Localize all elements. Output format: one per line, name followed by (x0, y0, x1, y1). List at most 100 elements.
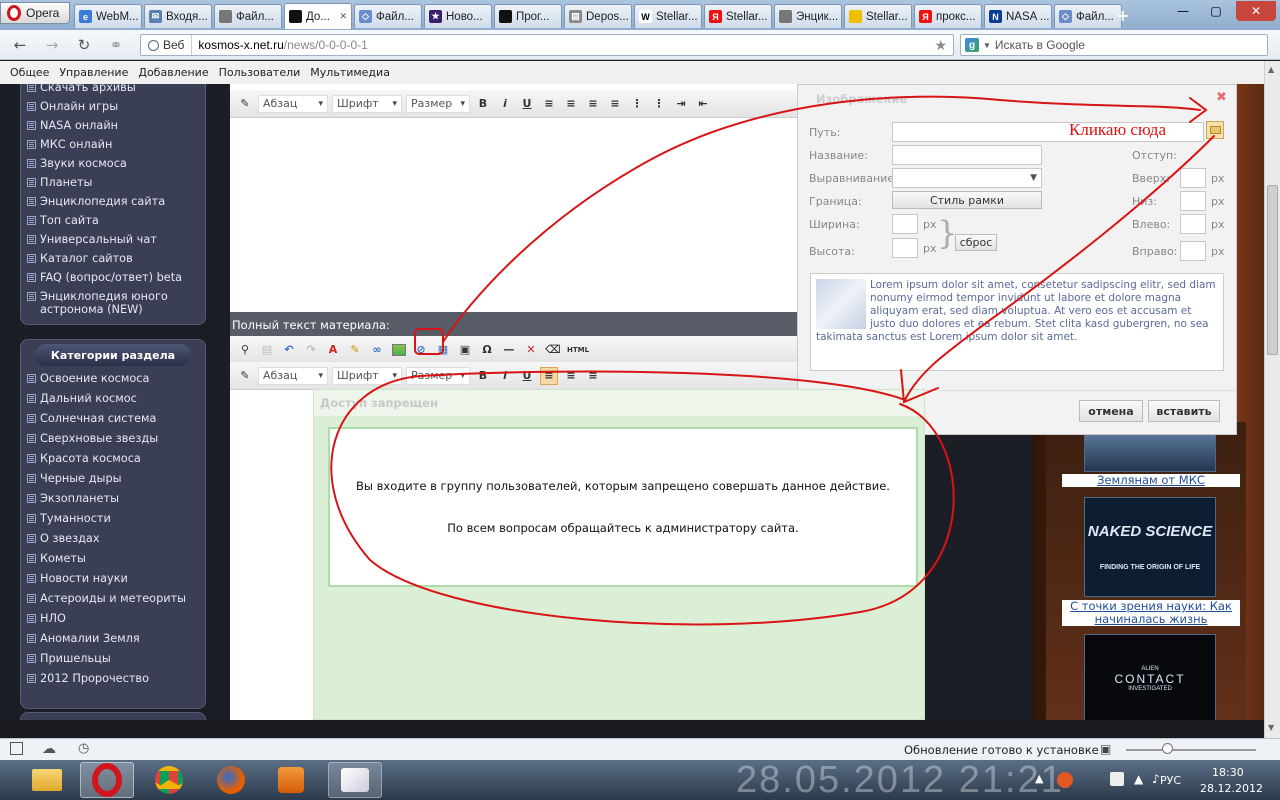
image-dialog-close-icon[interactable]: ✖ (1216, 90, 1227, 105)
site-menu-item[interactable]: Мультимедиа (310, 66, 390, 79)
sidebar-link-item[interactable]: Каталог сайтов (21, 252, 205, 271)
tab-4[interactable]: До... ✕ (284, 3, 352, 29)
sidebar-link-item[interactable]: Топ сайта (21, 214, 205, 233)
hr-icon[interactable]: — (500, 341, 518, 359)
table-icon[interactable]: ▦ (434, 341, 452, 359)
numbered-list-button[interactable]: ⋮ (628, 95, 646, 113)
minimize-button[interactable]: — (1170, 1, 1196, 21)
tab-6[interactable]: ★ Ново... (424, 4, 492, 28)
size-select-2[interactable]: Размер (406, 366, 470, 385)
sidebar-link-item[interactable]: Планеты (21, 176, 205, 195)
tab-7[interactable]: Прог... (494, 4, 562, 28)
font-select[interactable]: Шрифт (332, 94, 402, 113)
speed-icon[interactable]: ◷ (78, 741, 89, 756)
tray-arrow-icon[interactable]: ▲ (1035, 772, 1043, 785)
category-item[interactable]: НЛО (21, 612, 205, 632)
tab-13[interactable]: Япрокс... (914, 4, 982, 28)
maximize-button[interactable]: ▢ (1203, 1, 1229, 21)
sidebar-link-item[interactable]: Онлайн игры (21, 100, 205, 119)
size-select[interactable]: Размер (406, 94, 470, 113)
bookmark-star-icon[interactable]: ★ (934, 37, 947, 54)
sidebar-link-item[interactable]: NASA онлайн (21, 119, 205, 138)
align-right-button[interactable]: ≡ (584, 367, 602, 385)
panel-toggle-icon[interactable] (10, 742, 23, 755)
size-reset-button[interactable]: сброс (955, 234, 997, 251)
scrollbar-thumb[interactable] (1267, 185, 1278, 355)
url-text[interactable]: kosmos-x.net.ru/news/0-0-0-0-1 (192, 38, 367, 52)
highlight-icon[interactable]: ✎ (346, 341, 364, 359)
link-icon[interactable]: ∞ (368, 341, 386, 359)
back-button[interactable]: ← (10, 36, 30, 54)
search-engine-chevron-icon[interactable]: ▼ (983, 41, 991, 50)
tab-5[interactable]: ◇ Файл... (354, 4, 422, 28)
category-item[interactable]: 2012 Пророчество (21, 672, 205, 692)
edit-icon[interactable]: ✎ (236, 367, 254, 385)
category-item[interactable]: Туманности (21, 512, 205, 532)
underline-button[interactable]: U (518, 95, 536, 113)
underline-button[interactable]: U (518, 367, 536, 385)
paste-icon[interactable]: ▤ (258, 341, 276, 359)
clock-time[interactable]: 18:30 (1212, 766, 1244, 779)
forward-button[interactable]: → (42, 36, 62, 54)
language-indicator[interactable]: РУС (1160, 774, 1181, 787)
category-item[interactable]: Экзопланеты (21, 492, 205, 512)
zoom-slider-handle[interactable] (1162, 743, 1173, 754)
margin-bottom-input[interactable] (1180, 191, 1206, 211)
paragraph-select-2[interactable]: Абзац (258, 366, 328, 385)
align-left-button[interactable]: ≡ (540, 95, 558, 113)
find-icon[interactable]: ⚲ (236, 341, 254, 359)
category-item[interactable]: Черные дыры (21, 472, 205, 492)
media-icon[interactable]: ▣ (456, 341, 474, 359)
italic-button[interactable]: i (496, 367, 514, 385)
align-select[interactable]: ▼ (892, 168, 1042, 188)
border-style-button[interactable]: Стиль рамки (892, 191, 1042, 209)
paragraph-select[interactable]: Абзац (258, 94, 328, 113)
view-icon[interactable]: ▣ (1100, 742, 1111, 756)
site-menu-item[interactable]: Управление (59, 66, 128, 79)
zoom-slider[interactable] (1126, 749, 1256, 751)
web-badge[interactable]: Веб (141, 35, 193, 55)
edit-icon[interactable]: ✎ (236, 95, 254, 113)
sidebar-link-item[interactable]: Звуки космоса (21, 157, 205, 176)
naked-science-thumbnail[interactable]: NAKED SCIENCE FINDING THE ORIGIN OF LIFE (1084, 497, 1216, 597)
tray-app-icon[interactable] (1057, 772, 1073, 788)
sidebar-link-item[interactable]: Универсальный чат (21, 233, 205, 252)
tab-10[interactable]: Я Stellar... (704, 4, 772, 28)
close-window-button[interactable]: ✕ (1236, 1, 1276, 21)
align-center-button[interactable]: ≡ (562, 367, 580, 385)
explorer-taskbar-button[interactable] (20, 762, 74, 798)
video-link-iss[interactable]: Землянам от МКС (1062, 474, 1240, 487)
tab-14[interactable]: N NASA ... (984, 4, 1052, 28)
margin-right-input[interactable] (1180, 241, 1206, 261)
sidebar-link-item[interactable]: МКС онлайн (21, 138, 205, 157)
flag-icon[interactable] (1110, 772, 1124, 786)
bullet-list-button[interactable]: ⋮ (650, 95, 668, 113)
category-item[interactable]: Новости науки (21, 572, 205, 592)
align-center-button[interactable]: ≡ (562, 95, 580, 113)
opera-taskbar-button[interactable] (80, 762, 134, 798)
scroll-down-icon[interactable]: ▼ (1268, 723, 1274, 732)
close-tab-icon[interactable]: ✕ (339, 11, 347, 22)
category-item[interactable]: Астероиды и метеориты (21, 592, 205, 612)
category-item[interactable]: Сверхновые звезды (21, 432, 205, 452)
height-input[interactable] (892, 238, 918, 258)
eraser-icon[interactable]: ⌫ (544, 341, 562, 359)
margin-left-input[interactable] (1180, 214, 1206, 234)
opera-menu-button[interactable]: Opera (0, 2, 70, 24)
tab-3[interactable]: Файл... (214, 4, 282, 28)
address-field[interactable]: Веб kosmos-x.net.ru/news/0-0-0-0-1 ★ (140, 34, 954, 56)
name-input[interactable] (892, 145, 1042, 165)
sidebar-link-item[interactable]: Скачать архивы (21, 84, 205, 100)
html-source-icon[interactable]: HTML (566, 341, 590, 359)
tab-12[interactable]: Stellar... (844, 4, 912, 28)
video-link-origin[interactable]: С точки зрения науки: Как начиналась жиз… (1062, 600, 1240, 626)
bold-button[interactable]: B (474, 95, 492, 113)
align-left-button[interactable]: ≡ (540, 366, 558, 385)
short-text-area[interactable] (232, 119, 798, 299)
site-menu-item[interactable]: Пользователи (219, 66, 301, 79)
cloud-icon[interactable]: ☁ (42, 741, 56, 757)
category-item[interactable]: Аномалии Земля (21, 632, 205, 652)
text-color-icon[interactable]: A (324, 341, 342, 359)
alien-contact-thumbnail[interactable]: ALIEN CONTACT INVESTIGATED (1084, 634, 1216, 720)
outdent-button[interactable]: ⇤ (694, 95, 712, 113)
